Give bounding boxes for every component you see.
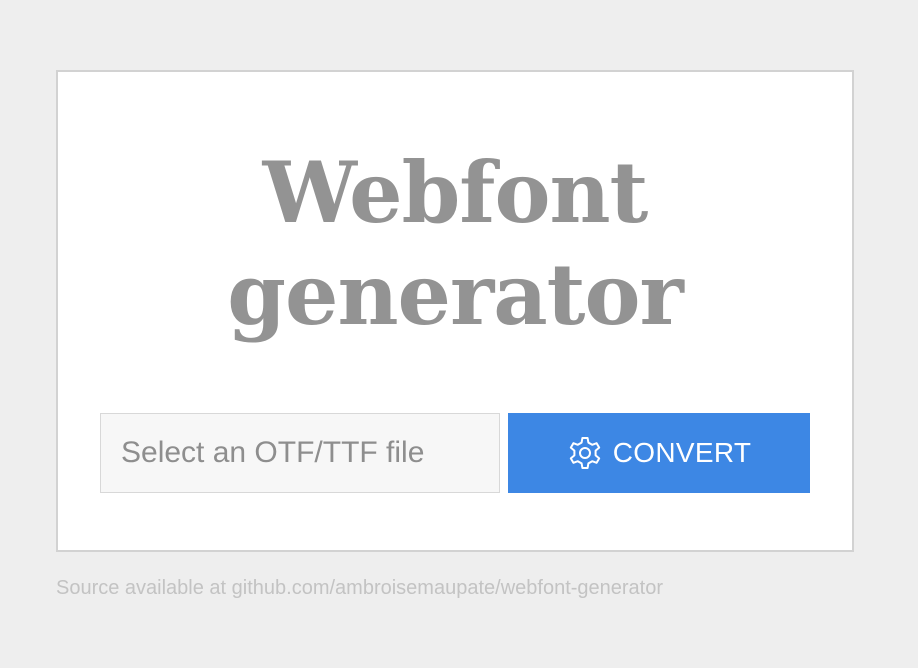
file-select-input[interactable]: Select an OTF/TTF file (100, 413, 500, 493)
file-select-placeholder: Select an OTF/TTF file (121, 436, 425, 469)
page-title: Webfont generator (58, 142, 852, 346)
main-card: Webfont generator Select an OTF/TTF file… (56, 70, 854, 552)
page-title-line-1: Webfont (262, 143, 649, 242)
gear-icon (567, 435, 603, 471)
convert-button-label: CONVERT (612, 437, 752, 468)
convert-button[interactable]: CONVERT (508, 413, 810, 493)
source-link-text: Source available at github.com/ambroisem… (56, 577, 664, 599)
page-title-line-2: generator (227, 245, 683, 344)
